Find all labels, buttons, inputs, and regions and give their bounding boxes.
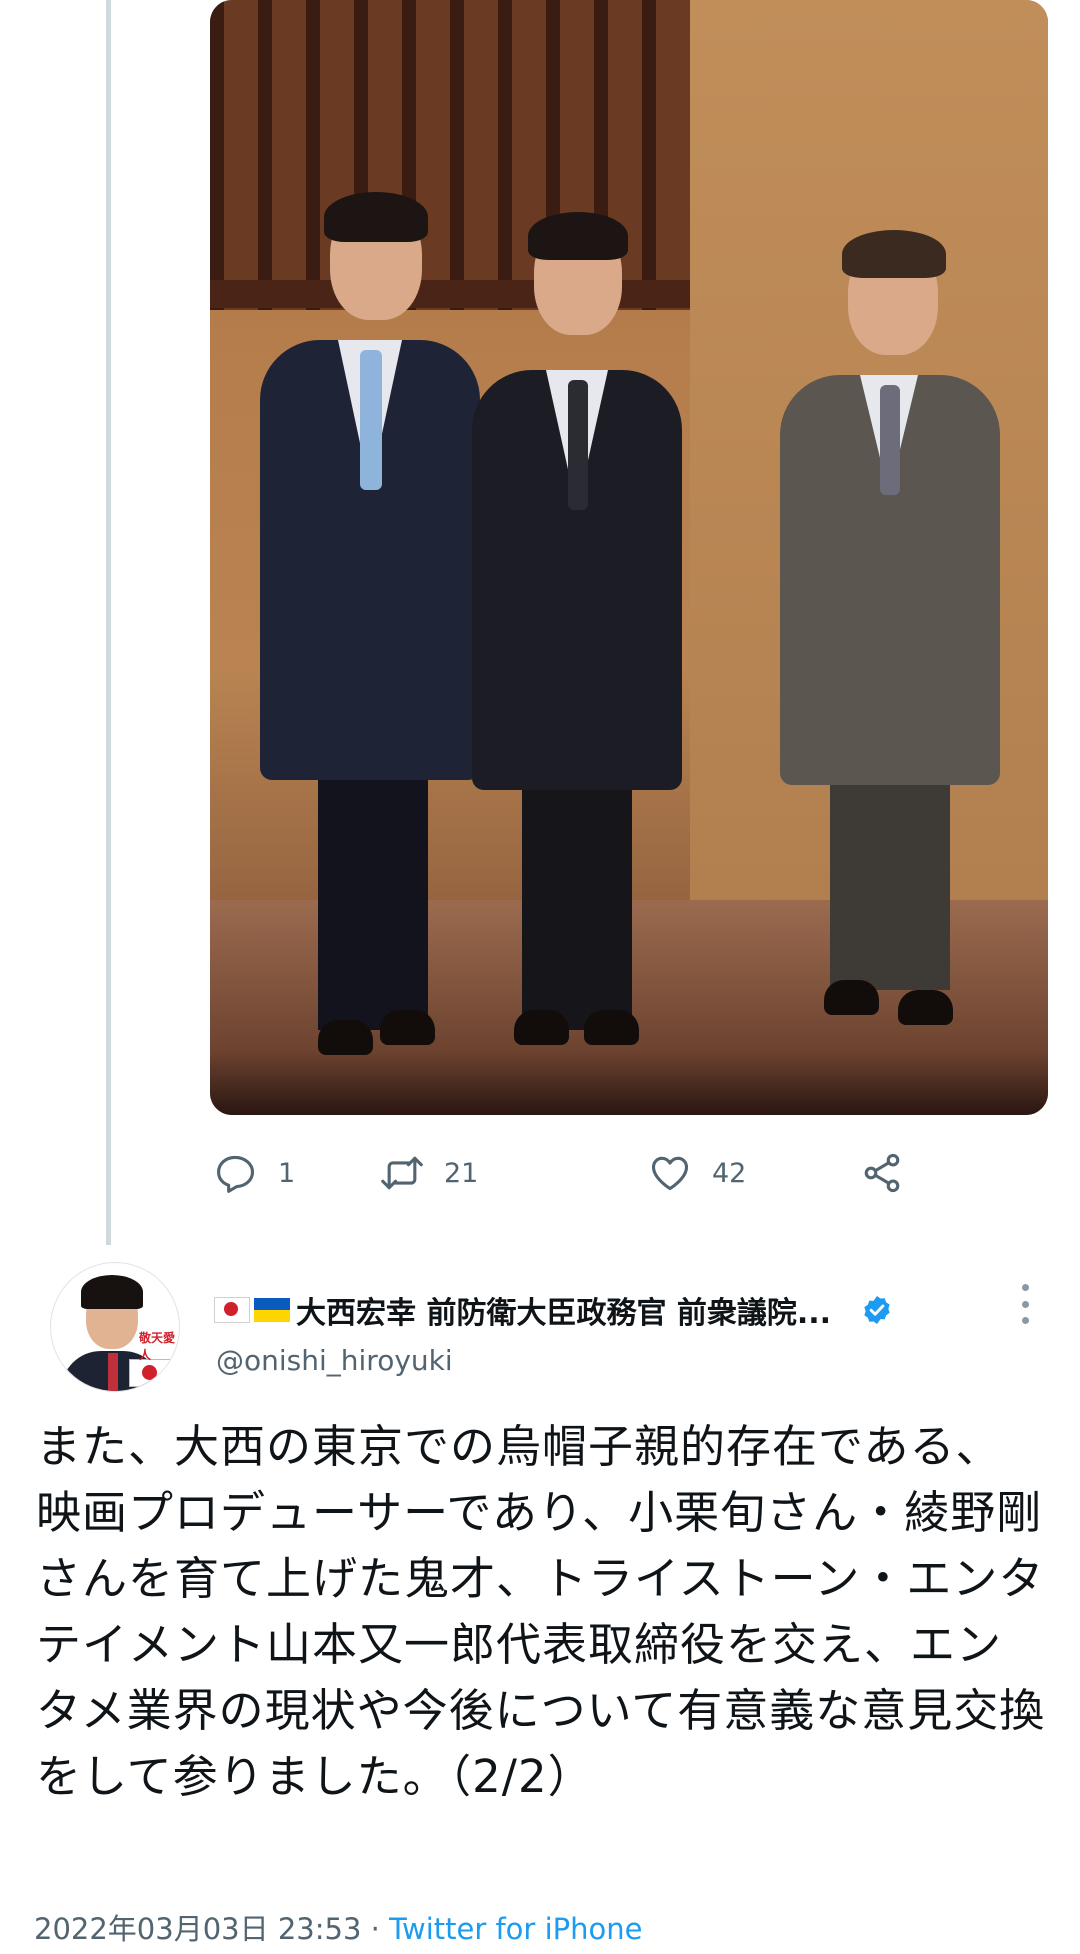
retweet-icon <box>381 1156 423 1190</box>
japan-flag-emoji-icon <box>214 1297 250 1323</box>
retweet-count: 21 <box>444 1157 479 1189</box>
user-handle[interactable]: @onishi_hiroyuki <box>216 1344 453 1377</box>
japan-flag-icon <box>129 1359 171 1387</box>
timestamp[interactable]: 2022年03月03日 23:53 <box>34 1912 361 1946</box>
tweet-meta: 2022年03月03日 23:53 · Twitter for iPhone <box>34 1906 642 1948</box>
verified-badge-icon <box>864 1296 890 1324</box>
like-count: 42 <box>712 1157 747 1189</box>
heart-icon <box>651 1156 689 1191</box>
author-name-row[interactable]: 大西宏幸 前防衛大臣政務官 前衆議院... <box>214 1287 1034 1333</box>
meta-separator: · <box>361 1912 390 1946</box>
reply-icon <box>217 1155 255 1193</box>
share-icon <box>864 1153 900 1193</box>
reply-count: 1 <box>278 1157 296 1189</box>
source-link[interactable]: Twitter for iPhone <box>389 1912 642 1946</box>
tweet-photo[interactable] <box>210 0 1048 1115</box>
thread-connector-line <box>106 0 111 1245</box>
person-left <box>260 192 480 1080</box>
person-right <box>780 230 1000 1060</box>
tweet-text: また、大西の東京での烏帽子親的存在である、映画プロデューサーであり、小栗旬さん・… <box>36 1420 1046 1803</box>
avatar-caption: 敬天愛人 <box>139 1331 176 1362</box>
more-options-icon[interactable] <box>1018 1284 1032 1324</box>
ukraine-flag-emoji-icon <box>254 1298 290 1322</box>
display-name: 大西宏幸 前防衛大臣政務官 前衆議院... <box>296 1296 832 1331</box>
like-button[interactable]: 42 <box>648 1148 746 1198</box>
reply-button[interactable]: 1 <box>214 1148 295 1198</box>
tweet-actions-bar: 1 21 42 <box>210 1148 1040 1198</box>
share-button[interactable] <box>860 1148 904 1198</box>
person-center <box>472 212 682 1080</box>
retweet-button[interactable]: 21 <box>380 1148 478 1198</box>
avatar[interactable]: 敬天愛人 <box>50 1262 180 1392</box>
